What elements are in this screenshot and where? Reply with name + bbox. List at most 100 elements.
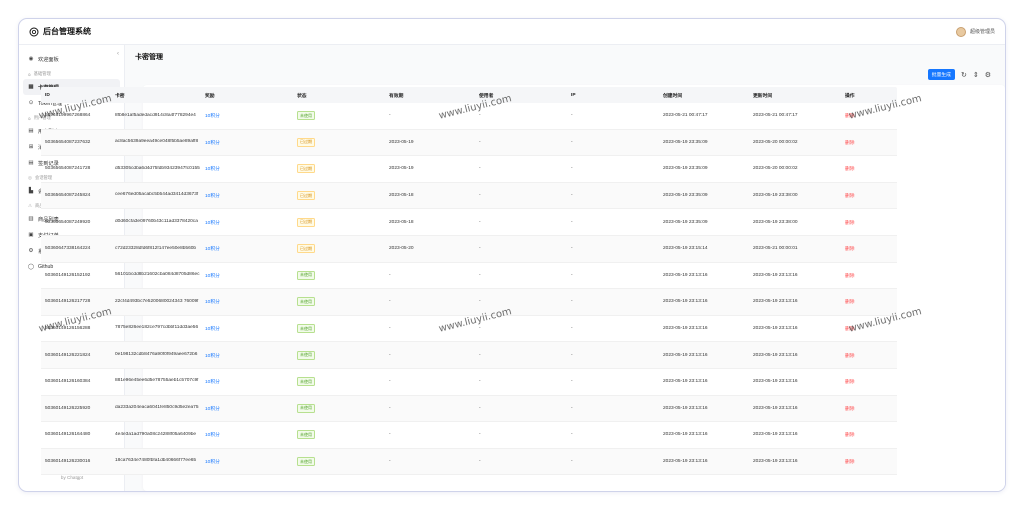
reward-link[interactable]: 10积分 (205, 300, 220, 305)
cell-key: 7875e826ee182ce797cdbbf11dd3ae56 (111, 325, 201, 332)
cell-key: d53305cdba6d4d75fdb93423947fc0155 (111, 166, 201, 173)
cell-ip: - (567, 379, 659, 384)
reward-link[interactable]: 10积分 (205, 114, 220, 119)
reward-link[interactable]: 10积分 (205, 167, 220, 172)
column-header: 卡密 (115, 93, 125, 99)
delete-button[interactable]: 删除 (845, 354, 855, 359)
cell-updated: 2023-05-19 23:13:16 (749, 326, 841, 331)
cell-text: 2023-05-19 23:13:16 (663, 405, 708, 411)
cell-key: 4e4e3a1ad790a08c24288f05a6409be (111, 432, 201, 439)
reward-link[interactable]: 10积分 (205, 247, 220, 252)
brand[interactable]: 后台管理系统 (29, 26, 91, 37)
cell-reward: 10积分 (201, 272, 293, 279)
cell-action: 删除 (841, 405, 897, 412)
card-key-text: d53305cdba6d4d75fdb93423947fc0155 (115, 165, 200, 171)
reward-link[interactable]: 10积分 (205, 274, 220, 279)
cell-expiry: 2023-05-18 (385, 193, 475, 198)
cell-text: - (389, 272, 391, 278)
card-key-text: ac8ac5639a9eea49ce048f5b5ae89aff8 (115, 139, 199, 145)
table-row: 50360149126164480 4e4e3a1ad790a08c24288f0… (41, 422, 897, 449)
delete-button[interactable]: 删除 (845, 300, 855, 305)
cell-id: 50360149126164480 (41, 432, 111, 437)
cell-text: 2023-05-18 (389, 219, 414, 225)
delete-button[interactable]: 删除 (845, 194, 855, 199)
reward-link[interactable]: 10积分 (205, 433, 220, 438)
delete-button[interactable]: 删除 (845, 460, 855, 465)
cell-created: 2023-05-19 23:13:16 (659, 353, 749, 358)
cell-text: 2023-05-19 23:13:16 (663, 459, 708, 465)
cell-updated: 2023-05-19 23:13:16 (749, 432, 841, 437)
cell-status: 已过期 (293, 217, 385, 227)
cell-text: 50360149126230016 (45, 459, 91, 465)
delete-button[interactable]: 删除 (845, 380, 855, 385)
table-row: 50360149126160384 881e96e45ee6d5e78755aeb… (41, 369, 897, 396)
delete-button[interactable]: 删除 (845, 433, 855, 438)
card-key-text: 4e4e3a1ad790a08c24288f05a6409be (115, 431, 197, 437)
cell-ip: - (567, 140, 659, 145)
cell-status: 未使用 (293, 350, 385, 360)
cell-text: 2023-05-19 23:13:16 (663, 299, 708, 305)
cell-text: 2023-05-20 (389, 246, 414, 252)
reward-link[interactable]: 10积分 (205, 141, 220, 146)
cell-text: 50365654087245824 (45, 193, 91, 199)
collapse-icon[interactable]: ‹ (117, 51, 119, 57)
reward-link[interactable]: 10积分 (205, 460, 220, 465)
status-badge: 未使用 (297, 297, 315, 307)
sidebar-item-label: 欢迎面板 (38, 56, 59, 63)
cell-text: 2023-05-19 23:35:09 (663, 139, 708, 145)
cell-id: 50360149126221824 (41, 353, 111, 358)
cell-text: - (571, 193, 573, 199)
cell-text: - (479, 272, 481, 278)
delete-button[interactable]: 删除 (845, 167, 855, 172)
user-menu[interactable]: 超级管理员 (955, 26, 995, 37)
reward-link[interactable]: 10积分 (205, 194, 220, 199)
reward-link[interactable]: 10积分 (205, 407, 220, 412)
cell-id: 50365654087249920 (41, 220, 111, 225)
cell-text: - (479, 405, 481, 411)
user-icon: ⍝ (28, 71, 31, 77)
column-header: IP (571, 92, 576, 98)
reward-link[interactable]: 10积分 (205, 380, 220, 385)
reward-link[interactable]: 10积分 (205, 327, 220, 332)
cell-text: 2023-05-19 23:13:16 (663, 352, 708, 358)
delete-button[interactable]: 删除 (845, 274, 855, 279)
sidebar-item[interactable]: ◉ 欢迎面板 (19, 51, 124, 67)
cell-status: 已过期 (293, 137, 385, 147)
avatar[interactable] (955, 26, 966, 37)
column-height-icon[interactable]: ⇕ (973, 71, 979, 79)
cell-created: 2023-05-19 23:35:09 (659, 193, 749, 198)
cell-text: 2023-05-19 23:13:16 (753, 326, 798, 332)
cell-id: 50360149126160384 (41, 379, 111, 384)
delete-button[interactable]: 删除 (845, 141, 855, 146)
delete-button[interactable]: 删除 (845, 114, 855, 119)
cell-reward: 10积分 (201, 192, 293, 199)
settings-icon[interactable]: ⚙ (985, 71, 991, 79)
cell-reward: 10积分 (201, 112, 293, 119)
cell-ip: - (567, 299, 659, 304)
cell-user: - (475, 432, 567, 437)
refresh-icon[interactable]: ↻ (961, 71, 967, 79)
cell-user: - (475, 299, 567, 304)
delete-button[interactable]: 删除 (845, 221, 855, 226)
cell-created: 2023-05-19 23:13:16 (659, 406, 749, 411)
delete-button[interactable]: 删除 (845, 247, 855, 252)
cell-status: 已过期 (293, 244, 385, 254)
cell-key: 56101bcdd8b21602cba084d8705d86ec (111, 272, 201, 279)
status-badge: 未使用 (297, 350, 315, 360)
cell-id: 50360647338164224 (41, 246, 111, 251)
cell-text: - (571, 326, 573, 332)
reward-link[interactable]: 10积分 (205, 354, 220, 359)
cell-user: - (475, 273, 567, 278)
reward-link[interactable]: 10积分 (205, 221, 220, 226)
delete-button[interactable]: 删除 (845, 407, 855, 412)
shop-icon: ⚠ (28, 203, 33, 208)
cell-text: - (479, 352, 481, 358)
card-key-text: da233a204eaca6041fe850c9d5e2ea75 (115, 405, 199, 411)
card-key-text: 18ca7634e7480fbfa1db40666f77ee65 (115, 458, 197, 464)
batch-generate-button[interactable]: 批量生成 (927, 69, 955, 80)
status-badge: 未使用 (297, 324, 315, 334)
cell-text: 2023-05-19 23:13:16 (753, 272, 798, 278)
delete-button[interactable]: 删除 (845, 327, 855, 332)
token-icon: ⊙ (28, 100, 34, 106)
table-row: 50365654087245824 cee676ed05acabc5b544ad3… (41, 182, 897, 210)
